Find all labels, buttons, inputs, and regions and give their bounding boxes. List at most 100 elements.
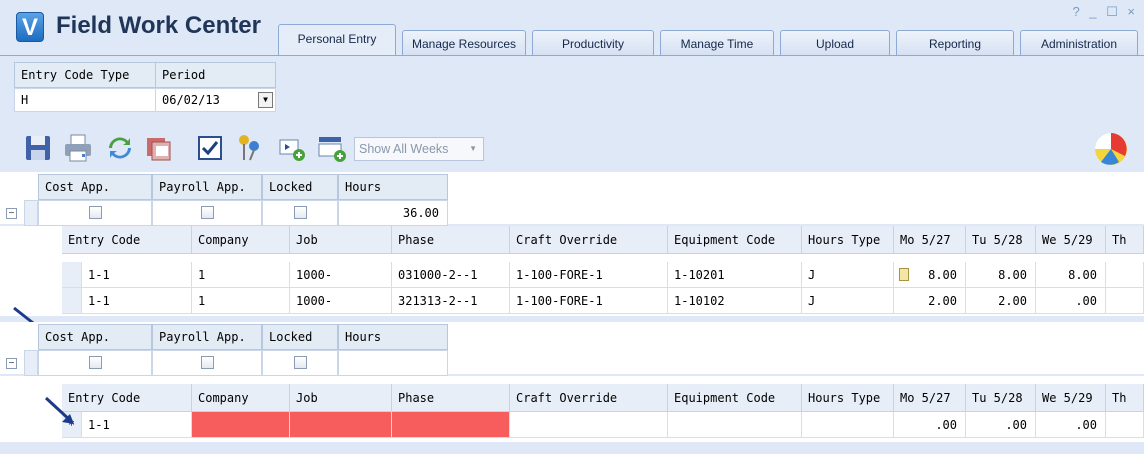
- tab-reporting[interactable]: Reporting: [896, 30, 1014, 56]
- col-th[interactable]: Th: [1106, 226, 1144, 254]
- row-selector[interactable]: [62, 262, 82, 288]
- tab-divider: [0, 55, 1144, 56]
- table-cell[interactable]: 1-100-FORE-1: [510, 262, 668, 288]
- col-entry-code[interactable]: Entry Code: [62, 226, 192, 254]
- table-cell[interactable]: [1106, 412, 1144, 438]
- col-job[interactable]: Job: [290, 384, 392, 412]
- table-cell-error[interactable]: [290, 412, 392, 438]
- cost-app-checkbox[interactable]: [88, 356, 102, 370]
- cost-app-checkbox[interactable]: [88, 206, 102, 220]
- group-1-hours-value: 36.00: [338, 200, 448, 226]
- group-1-payroll-app-cell: [152, 200, 262, 226]
- group-2-locked-cell: [262, 350, 338, 376]
- tab-administration[interactable]: Administration: [1020, 30, 1138, 56]
- table-cell[interactable]: 1000-: [290, 288, 392, 314]
- table-cell-error[interactable]: [192, 412, 290, 438]
- row-selector[interactable]: [62, 288, 82, 314]
- save-icon[interactable]: [22, 132, 54, 164]
- col-craft-override[interactable]: Craft Override: [510, 226, 668, 254]
- table-cell[interactable]: 031000-2--1: [392, 262, 510, 288]
- table-cell[interactable]: 8.00: [966, 262, 1036, 288]
- table-cell[interactable]: [1106, 288, 1144, 314]
- payroll-app-checkbox[interactable]: [200, 356, 214, 370]
- col-craft-override[interactable]: Craft Override: [510, 384, 668, 412]
- group-2-row-selector[interactable]: [24, 350, 38, 376]
- table-cell[interactable]: 2.00: [966, 288, 1036, 314]
- col-mo-5-27[interactable]: Mo 5/27: [894, 226, 966, 254]
- col-equipment-code[interactable]: Equipment Code: [668, 384, 802, 412]
- table-cell[interactable]: .00: [1036, 288, 1106, 314]
- app-window: V Field Work Center ? _ ☐ × Personal Ent…: [0, 0, 1144, 454]
- locked-checkbox[interactable]: [293, 356, 307, 370]
- locked-checkbox[interactable]: [293, 206, 307, 220]
- col-entry-code[interactable]: Entry Code: [62, 384, 192, 412]
- table-cell[interactable]: [510, 412, 668, 438]
- add-list-icon[interactable]: [316, 132, 348, 164]
- table-cell[interactable]: [802, 412, 894, 438]
- group-1-row-selector[interactable]: [24, 200, 38, 226]
- table-cell[interactable]: 1-10102: [668, 288, 802, 314]
- group-1-hours-header: Hours: [338, 174, 448, 200]
- period-dropdown-icon[interactable]: ▼: [258, 92, 273, 108]
- table-cell[interactable]: 1000-: [290, 262, 392, 288]
- table-cell[interactable]: 1-10201: [668, 262, 802, 288]
- col-mo-5-27[interactable]: Mo 5/27: [894, 384, 966, 412]
- table-cell[interactable]: 321313-2--1: [392, 288, 510, 314]
- print-icon[interactable]: [62, 132, 94, 164]
- refresh-icon[interactable]: [104, 132, 136, 164]
- show-weeks-select[interactable]: Show All Weeks ▼: [354, 137, 484, 161]
- col-equipment-code[interactable]: Equipment Code: [668, 226, 802, 254]
- col-hours-type[interactable]: Hours Type: [802, 226, 894, 254]
- table-cell[interactable]: 8.00: [894, 262, 966, 288]
- tab-manage-time[interactable]: Manage Time: [660, 30, 774, 56]
- col-hours-type[interactable]: Hours Type: [802, 384, 894, 412]
- col-company[interactable]: Company: [192, 226, 290, 254]
- chevron-down-icon[interactable]: ▼: [469, 138, 477, 160]
- group-2-payroll-app-header: Payroll App.: [152, 324, 262, 350]
- table-cell[interactable]: [1106, 262, 1144, 288]
- table-cell[interactable]: .00: [894, 412, 966, 438]
- pin-icon[interactable]: [232, 132, 264, 164]
- beach-ball-icon[interactable]: [1092, 130, 1130, 168]
- table-cell[interactable]: 1-100-FORE-1: [510, 288, 668, 314]
- table-cell-error[interactable]: [392, 412, 510, 438]
- table-cell[interactable]: 1-1: [82, 262, 192, 288]
- group-1-collapse-button[interactable]: −: [6, 208, 17, 219]
- checkbox-icon[interactable]: [194, 132, 226, 164]
- note-icon[interactable]: [899, 268, 909, 281]
- col-job[interactable]: Job: [290, 226, 392, 254]
- col-company[interactable]: Company: [192, 384, 290, 412]
- table-cell[interactable]: 8.00: [1036, 262, 1106, 288]
- period-field[interactable]: 06/02/13 ▼: [155, 88, 276, 112]
- table-cell[interactable]: .00: [966, 412, 1036, 438]
- col-tu-5-28[interactable]: Tu 5/28: [966, 384, 1036, 412]
- add-row-icon[interactable]: [276, 132, 308, 164]
- col-we-5-29[interactable]: We 5/29: [1036, 226, 1106, 254]
- col-phase[interactable]: Phase: [392, 384, 510, 412]
- group-2-cost-app-header: Cost App.: [38, 324, 152, 350]
- col-we-5-29[interactable]: We 5/29: [1036, 384, 1106, 412]
- group-2-hours-value: [338, 350, 448, 376]
- group-2-hours-header: Hours: [338, 324, 448, 350]
- entry-code-type-field[interactable]: H: [14, 88, 156, 112]
- table-cell[interactable]: J: [802, 288, 894, 314]
- table-cell[interactable]: J: [802, 262, 894, 288]
- tab-upload[interactable]: Upload: [780, 30, 890, 56]
- tab-manage-resources[interactable]: Manage Resources: [402, 30, 526, 56]
- col-phase[interactable]: Phase: [392, 226, 510, 254]
- col-th[interactable]: Th: [1106, 384, 1144, 412]
- col-tu-5-28[interactable]: Tu 5/28: [966, 226, 1036, 254]
- table-cell[interactable]: .00: [1036, 412, 1106, 438]
- table-cell[interactable]: 1-1: [82, 412, 192, 438]
- calendar-icon[interactable]: [144, 132, 176, 164]
- tab-productivity[interactable]: Productivity: [532, 30, 654, 56]
- table-cell[interactable]: 1: [192, 262, 290, 288]
- table-cell[interactable]: 1-1: [82, 288, 192, 314]
- table-cell[interactable]: 1: [192, 288, 290, 314]
- group-2-collapse-button[interactable]: −: [6, 358, 17, 369]
- table-cell[interactable]: 2.00: [894, 288, 966, 314]
- payroll-app-checkbox[interactable]: [200, 206, 214, 220]
- tab-personal-entry[interactable]: Personal Entry: [278, 24, 396, 56]
- window-controls[interactable]: ? _ ☐ ×: [1072, 4, 1138, 20]
- table-cell[interactable]: [668, 412, 802, 438]
